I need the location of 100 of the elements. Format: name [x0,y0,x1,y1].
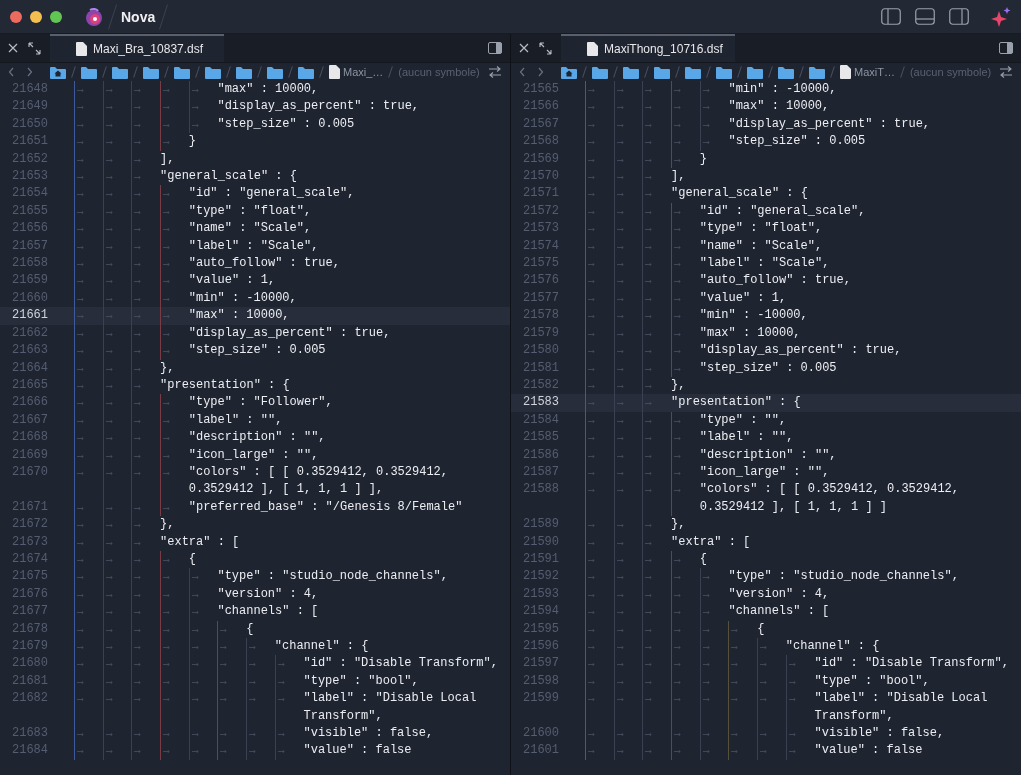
tab-marker-icon [731,663,739,667]
tab-marker-icon [134,245,142,249]
line-number: 21682 [11,690,49,708]
tab-marker-icon [77,297,84,301]
code-text: "value" : false [303,742,412,760]
tab-marker-icon [163,646,171,649]
tab-marker-icon [645,524,653,528]
tab-marker-icon [191,628,199,632]
minimize-window-button[interactable] [30,10,42,23]
code-text: "general_scale" : { [671,185,808,203]
back-icon[interactable] [8,67,15,77]
tab-marker-icon [77,89,84,92]
line-number: 21672 [11,516,49,534]
folder-icon[interactable] [267,65,283,79]
folder-icon[interactable] [747,65,763,79]
line-number: 21600 [522,725,560,743]
code-text: "id" : "Disable Transform", [303,655,498,673]
tab-marker-icon [616,158,624,162]
close-window-button[interactable] [10,10,22,23]
tab-marker-icon [277,698,285,702]
tab-marker-icon [588,123,595,127]
tab-marker-icon [645,263,653,267]
tab-marker-icon [616,384,624,388]
tab-marker-icon [760,680,768,684]
folder-icon[interactable] [716,65,732,79]
tab-marker-icon [134,297,142,301]
swap-icon[interactable] [488,66,502,78]
folder-icon[interactable] [205,65,221,79]
expand-icon[interactable] [28,41,41,55]
tab-marker-icon [616,141,624,145]
tab-marker-icon [105,506,113,510]
line-number: 21667 [11,411,49,429]
tab-marker-icon [588,210,595,214]
tab-marker-icon [105,419,113,423]
code-text: "min" : -10000, [188,289,297,307]
forward-icon[interactable] [26,67,33,77]
line-number: 21669 [11,446,49,464]
swap-icon[interactable] [999,66,1013,78]
tab-marker-icon [163,576,171,580]
tab-marker-icon [134,263,142,267]
home-folder-icon[interactable] [50,65,66,79]
line-number: 21582 [522,376,560,394]
tab-marker-icon [249,698,257,702]
folder-icon[interactable] [654,65,670,79]
tab-marker-icon [134,228,142,232]
bottom-panel-icon[interactable] [915,8,935,25]
tab-marker-icon [163,628,171,632]
tab-marker-icon [674,471,682,475]
line-number: 21579 [522,324,560,342]
tab-marker-icon [674,106,682,110]
tab-marker-icon [588,332,595,336]
tab-marker-icon [134,506,142,510]
tab-marker-icon [105,576,113,580]
folder-icon[interactable] [592,65,608,79]
tab-marker-icon [77,228,84,232]
back-icon[interactable] [519,67,526,77]
tab-marker-icon [105,176,113,180]
tab-marker-icon [616,611,624,615]
folder-icon[interactable] [81,65,97,79]
folder-icon[interactable] [685,65,701,79]
breadcrumb-file[interactable]: MaxiT… [854,66,895,78]
tab-marker-icon [588,524,595,528]
line-number: 21676 [11,585,49,603]
breadcrumb-file[interactable]: Maxi_… [343,66,384,78]
line-number: 21678 [11,620,49,638]
folder-icon[interactable] [298,65,314,79]
line-number: 21656 [11,220,49,238]
tab-marker-icon [105,245,113,249]
close-icon[interactable] [8,43,18,53]
right-sidebar-icon[interactable] [949,8,969,25]
zoom-window-button[interactable] [50,10,62,23]
sparkle-icon[interactable] [991,6,1011,27]
tab-marker-icon [702,663,710,667]
forward-icon[interactable] [537,67,544,77]
tab-marker-icon [645,141,653,145]
folder-icon[interactable] [623,65,639,79]
tab-marker-icon [134,680,142,684]
expand-icon[interactable] [539,41,552,55]
tab-marker-icon [105,332,113,336]
tab-marker-icon [134,750,142,754]
folder-icon[interactable] [236,65,252,79]
folder-icon[interactable] [809,65,825,79]
close-icon[interactable] [519,43,529,53]
tab-marker-icon [105,210,113,214]
folder-icon[interactable] [143,65,159,79]
file-tab[interactable]: MaxiThong_10716.dsf [561,34,735,62]
tab-marker-icon [105,454,113,458]
file-tab[interactable]: Maxi_Bra_10837.dsf [50,34,224,62]
line-number: 21666 [11,394,49,412]
line-number: 21575 [522,255,560,273]
left-sidebar-icon[interactable] [881,8,901,25]
tab-marker-icon [760,750,768,754]
code-text: "label" : "", [699,429,794,447]
folder-icon[interactable] [778,65,794,79]
folder-icon[interactable] [112,65,128,79]
code-text: 0.3529412 ], [ 1, 1, 1 ] ] [699,498,888,516]
tab-marker-icon [220,663,228,667]
home-folder-icon[interactable] [561,65,577,79]
tab-marker-icon [674,280,682,284]
folder-icon[interactable] [174,65,190,79]
